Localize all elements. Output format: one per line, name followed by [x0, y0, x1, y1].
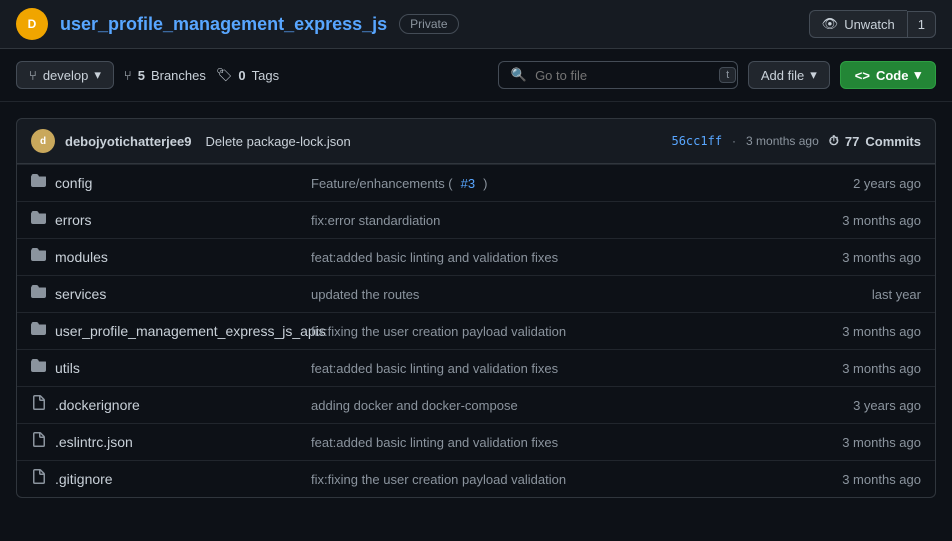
commit-time: 3 months ago — [746, 134, 819, 148]
file-time-cell: 3 months ago — [805, 464, 935, 495]
file-name[interactable]: user_profile_management_express_js_apis — [55, 323, 326, 339]
table-row: errors fix:error standardiation 3 months… — [17, 201, 935, 238]
file-name-cell: .dockerignore — [17, 387, 297, 423]
unwatch-main-button[interactable]: 👁 Unwatch — [809, 10, 907, 38]
commits-link[interactable]: ⏱ 77 Commits — [829, 133, 921, 149]
chevron-down-icon: ▾ — [94, 67, 101, 83]
search-key-badge: t — [719, 67, 736, 83]
file-commit-cell: feat:added basic linting and validation … — [297, 353, 805, 384]
goto-file-box[interactable]: 🔍 t — [498, 61, 738, 89]
private-badge: Private — [399, 14, 458, 34]
table-row: .eslintrc.json feat:added basic linting … — [17, 423, 935, 460]
file-name-cell: user_profile_management_express_js_apis — [17, 313, 297, 349]
folder-icon — [31, 210, 47, 230]
file-table: config Feature/enhancements (#3) 2 years… — [16, 164, 936, 498]
table-row: modules feat:added basic linting and val… — [17, 238, 935, 275]
file-name-cell: services — [17, 276, 297, 312]
toolbar: ⑂ develop ▾ ⑂ 5 Branches 🏷 0 Tags 🔍 t Ad… — [0, 49, 952, 102]
file-time-cell: 3 months ago — [805, 427, 935, 458]
file-commit-cell: fix:fixing the user creation payload val… — [297, 464, 805, 495]
file-name[interactable]: config — [55, 175, 92, 191]
file-time-cell: last year — [805, 279, 935, 310]
eye-icon: 👁 — [822, 16, 839, 32]
main-content: d debojyotichatterjee9 Delete package-lo… — [0, 118, 952, 514]
table-row: .gitignore fix:fixing the user creation … — [17, 460, 935, 497]
history-icon: ⏱ — [829, 133, 839, 149]
commit-username[interactable]: debojyotichatterjee9 — [65, 134, 191, 149]
file-commit-cell: feat:added basic linting and validation … — [297, 427, 805, 458]
search-input[interactable] — [535, 68, 711, 83]
file-name[interactable]: .dockerignore — [55, 397, 140, 413]
commit-hash[interactable]: 56cc1ff — [671, 134, 722, 148]
folder-icon — [31, 173, 47, 193]
tag-icon: 🏷 — [216, 67, 233, 83]
file-time-cell: 3 months ago — [805, 353, 935, 384]
branch-dropdown-button[interactable]: ⑂ develop ▾ — [16, 61, 114, 89]
file-name[interactable]: .gitignore — [55, 471, 113, 487]
file-icon — [31, 432, 47, 452]
file-time-cell: 3 months ago — [805, 316, 935, 347]
file-name-cell: errors — [17, 202, 297, 238]
file-commit-cell: fix:fixing the user creation payload val… — [297, 316, 805, 347]
table-row: utils feat:added basic linting and valid… — [17, 349, 935, 386]
commit-link[interactable]: #3 — [461, 176, 475, 191]
branch-icon: ⑂ — [29, 68, 37, 83]
file-name[interactable]: errors — [55, 212, 92, 228]
unwatch-count-button[interactable]: 1 — [907, 11, 936, 38]
chevron-down-icon: ▾ — [914, 67, 921, 83]
file-commit-cell: updated the routes — [297, 279, 805, 310]
file-name[interactable]: utils — [55, 360, 80, 376]
tags-link[interactable]: 🏷 0 Tags — [216, 67, 279, 83]
header-bar: D user_profile_management_express_js Pri… — [0, 0, 952, 49]
file-time-cell: 3 years ago — [805, 390, 935, 421]
file-commit-cell: adding docker and docker-compose — [297, 390, 805, 421]
file-icon — [31, 469, 47, 489]
file-time-cell: 3 months ago — [805, 242, 935, 273]
commit-avatar: d — [31, 129, 55, 153]
commit-meta: 56cc1ff · 3 months ago ⏱ 77 Commits — [671, 133, 921, 149]
file-commit-cell: Feature/enhancements (#3) — [297, 168, 805, 199]
file-icon — [31, 395, 47, 415]
table-row: config Feature/enhancements (#3) 2 years… — [17, 164, 935, 201]
file-time-cell: 3 months ago — [805, 205, 935, 236]
file-name-cell: .gitignore — [17, 461, 297, 497]
branch-count-icon: ⑂ — [124, 68, 132, 83]
file-name-cell: .eslintrc.json — [17, 424, 297, 460]
commit-bar: d debojyotichatterjee9 Delete package-lo… — [16, 118, 936, 164]
repo-title[interactable]: user_profile_management_express_js — [60, 14, 387, 35]
table-row: .dockerignore adding docker and docker-c… — [17, 386, 935, 423]
file-name-cell: utils — [17, 350, 297, 386]
folder-icon — [31, 358, 47, 378]
search-icon: 🔍 — [511, 67, 527, 83]
file-name[interactable]: modules — [55, 249, 108, 265]
file-name[interactable]: services — [55, 286, 106, 302]
file-time-cell: 2 years ago — [805, 168, 935, 199]
branches-link[interactable]: ⑂ 5 Branches — [124, 68, 206, 83]
chevron-down-icon: ▾ — [810, 67, 817, 83]
folder-icon — [31, 321, 47, 341]
folder-icon — [31, 247, 47, 267]
table-row: user_profile_management_express_js_apis … — [17, 312, 935, 349]
code-icon: <> — [855, 68, 870, 83]
add-file-button[interactable]: Add file ▾ — [748, 61, 830, 89]
file-name-cell: config — [17, 165, 297, 201]
code-button[interactable]: <> Code ▾ — [840, 61, 936, 89]
file-name[interactable]: .eslintrc.json — [55, 434, 133, 450]
avatar: D — [16, 8, 48, 40]
file-commit-cell: feat:added basic linting and validation … — [297, 242, 805, 273]
file-name-cell: modules — [17, 239, 297, 275]
file-commit-cell: fix:error standardiation — [297, 205, 805, 236]
table-row: services updated the routes last year — [17, 275, 935, 312]
commit-message: Delete package-lock.json — [205, 134, 350, 149]
unwatch-button-group: 👁 Unwatch 1 — [809, 10, 936, 38]
folder-icon — [31, 284, 47, 304]
